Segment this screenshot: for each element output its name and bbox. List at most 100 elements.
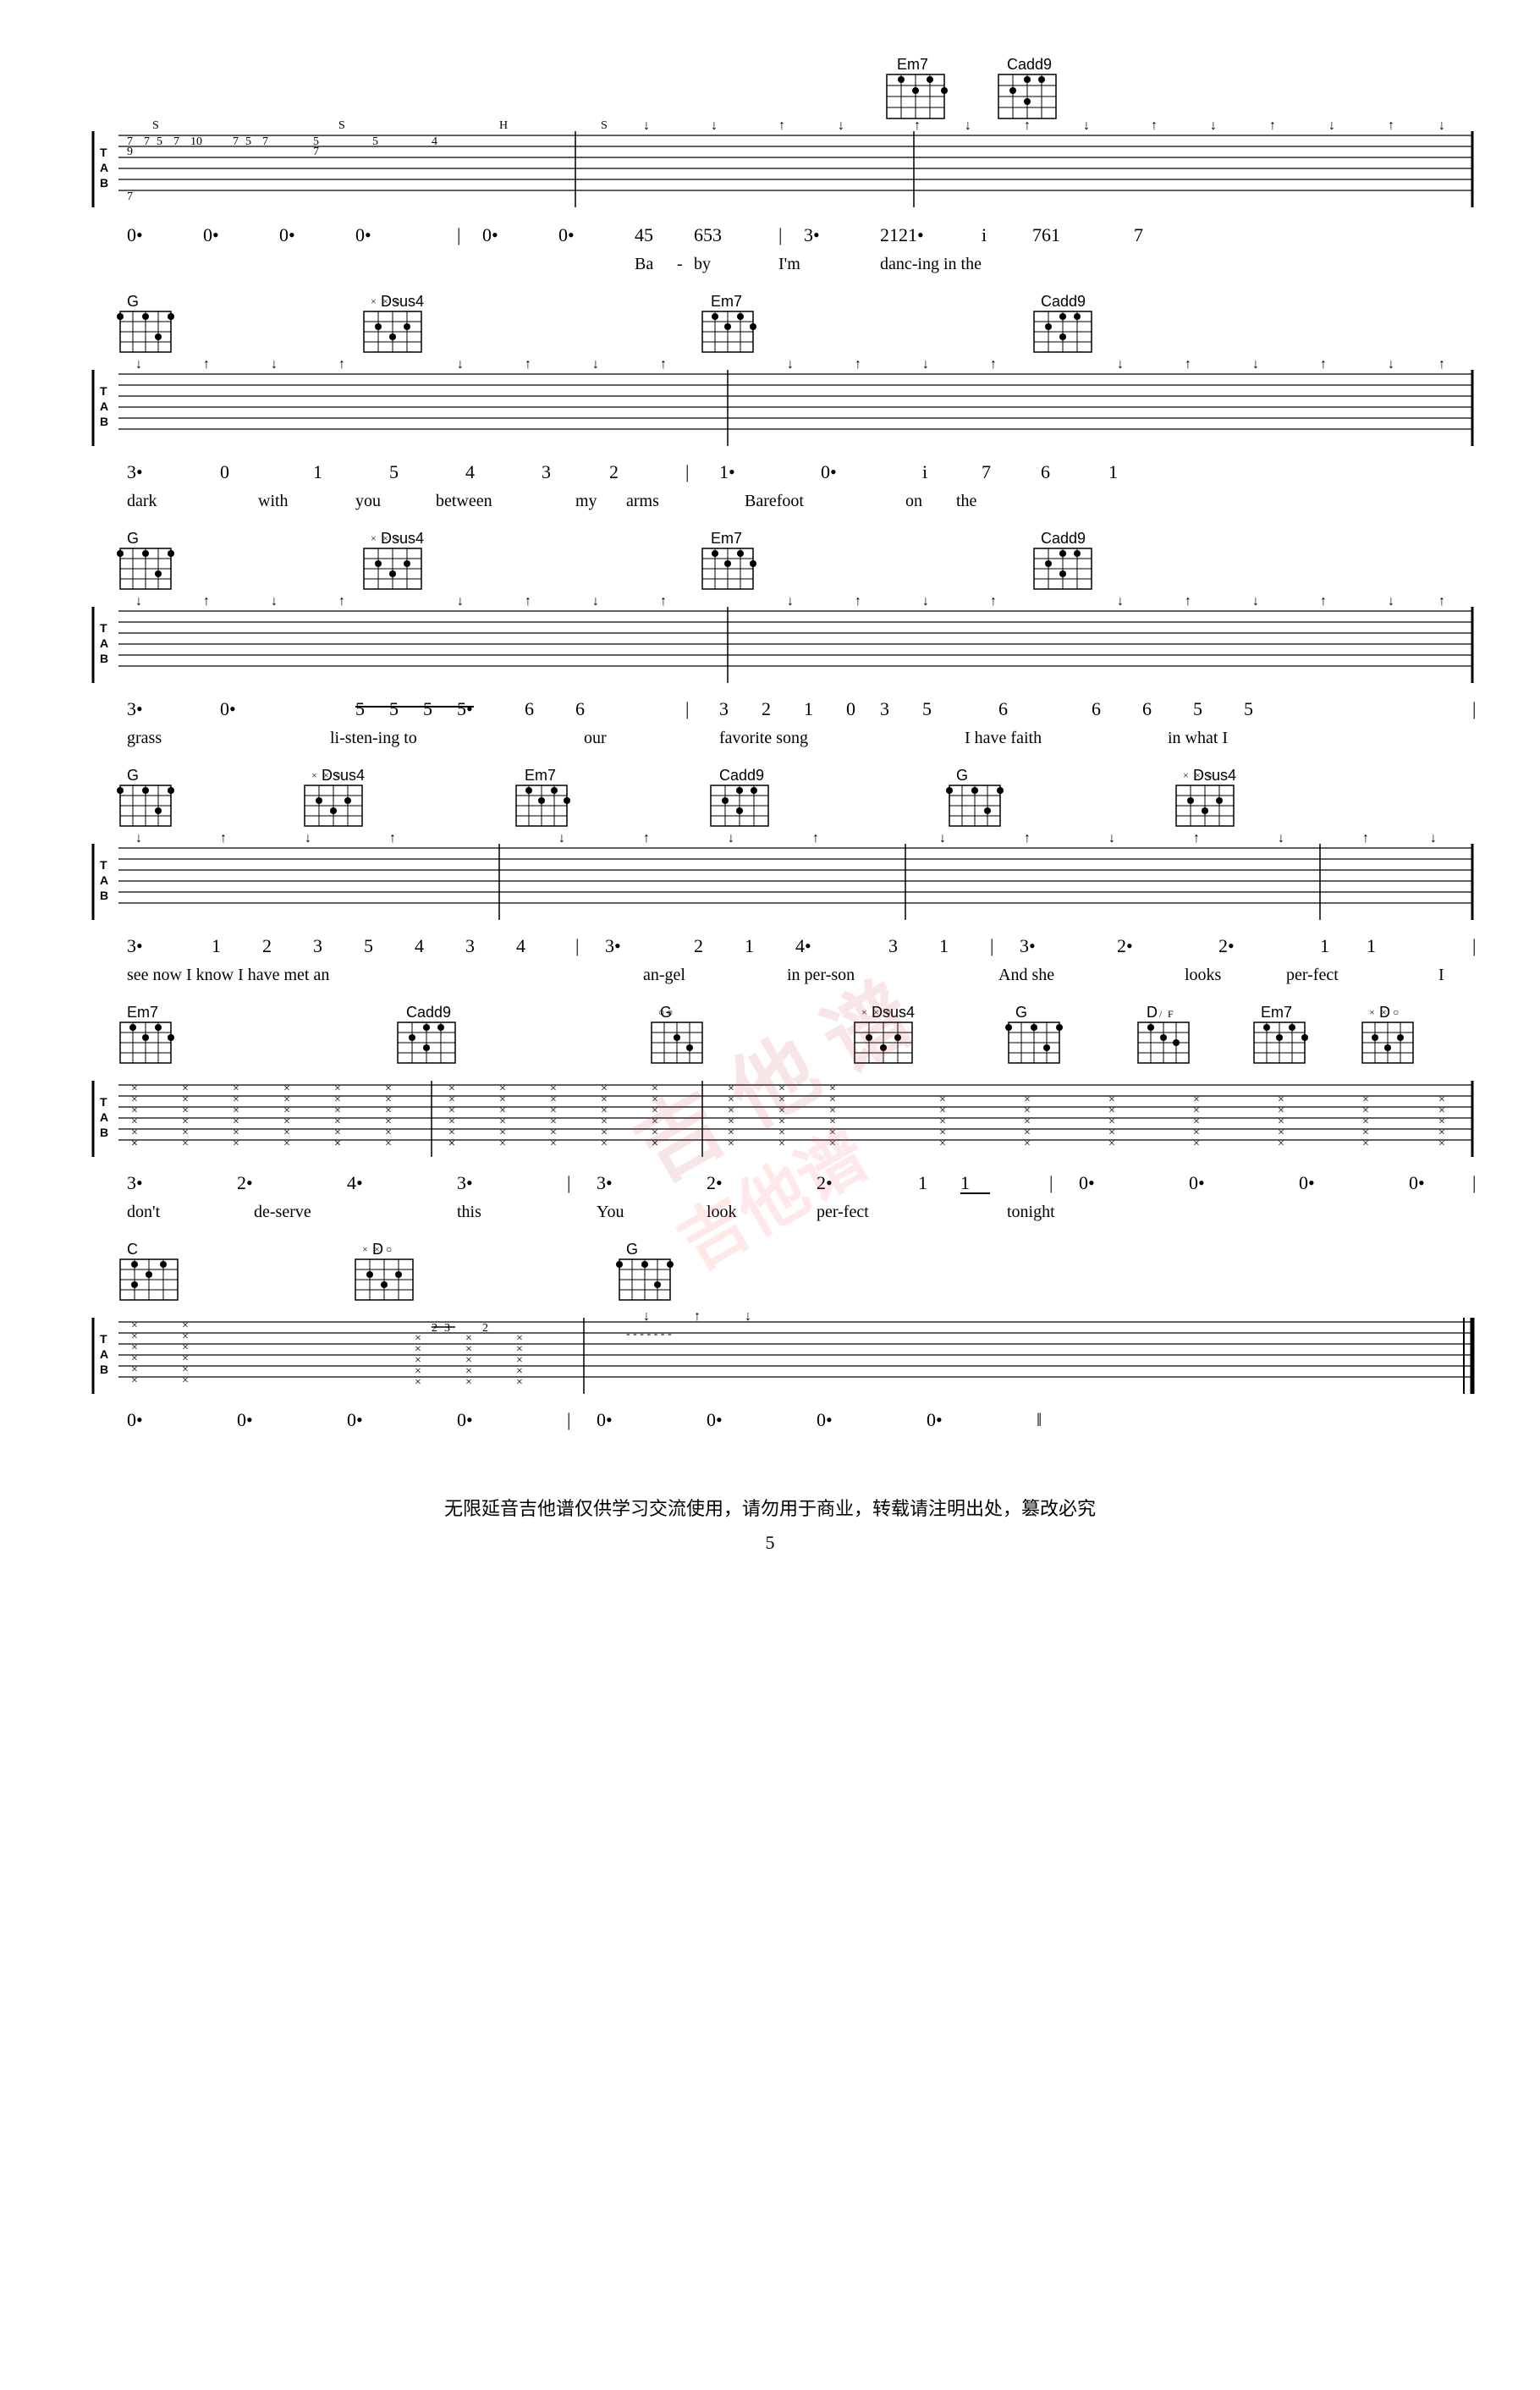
- svg-text:Barefoot: Barefoot: [745, 492, 804, 510]
- music-score-page: 吉他谱 text { font-family: 'Times New Roman…: [0, 0, 1540, 2390]
- svg-text:↓: ↓: [1430, 831, 1437, 845]
- svg-text:|: |: [778, 224, 782, 245]
- svg-text:2•: 2•: [1117, 935, 1133, 956]
- svg-text:○: ○: [1207, 769, 1213, 781]
- svg-text:4: 4: [415, 935, 424, 956]
- svg-text:the: the: [956, 492, 977, 510]
- svg-text:7: 7: [173, 135, 179, 148]
- svg-text:in what I: in what I: [1168, 729, 1228, 747]
- svg-text:per-fect: per-fect: [1286, 966, 1339, 984]
- svg-text:Ba: Ba: [635, 255, 653, 273]
- svg-text:A: A: [100, 399, 108, 413]
- svg-text:653: 653: [694, 224, 722, 245]
- svg-text:×: ×: [601, 1137, 608, 1150]
- svg-text:1: 1: [212, 935, 221, 956]
- svg-text:3•: 3•: [605, 935, 621, 956]
- svg-text:favorite song: favorite song: [719, 729, 808, 747]
- svg-text:1: 1: [804, 698, 813, 719]
- svg-text:↑: ↑: [990, 357, 997, 372]
- svg-text:×: ×: [1278, 1137, 1284, 1150]
- svg-text:1: 1: [745, 935, 754, 956]
- svg-text:de-serve: de-serve: [254, 1203, 311, 1221]
- svg-text:↓: ↓: [558, 831, 565, 845]
- svg-text:×: ×: [415, 1376, 421, 1389]
- svg-text:↓: ↓: [1117, 594, 1124, 609]
- svg-text:|: |: [990, 935, 993, 956]
- svg-text:B: B: [100, 889, 108, 902]
- svg-text:Em7: Em7: [1261, 1004, 1292, 1021]
- svg-text:×: ×: [1024, 1137, 1031, 1150]
- svg-text:↑: ↑: [812, 831, 819, 845]
- svg-text:|: |: [567, 1409, 570, 1430]
- svg-text:2: 2: [432, 1322, 437, 1335]
- svg-text:li-sten-ing to: li-sten-ing to: [330, 729, 417, 747]
- svg-text:G: G: [1015, 1004, 1027, 1021]
- svg-text:1: 1: [939, 935, 949, 956]
- svg-text:dark: dark: [127, 492, 157, 510]
- svg-text:↓: ↓: [1210, 118, 1217, 133]
- svg-text:T: T: [100, 621, 107, 635]
- svg-text:per-fect: per-fect: [817, 1203, 869, 1221]
- svg-text:6: 6: [525, 698, 534, 719]
- svg-text:0: 0: [846, 698, 855, 719]
- svg-text:9: 9: [127, 146, 133, 158]
- svg-text:↓: ↓: [135, 357, 142, 372]
- svg-text:5: 5: [389, 461, 399, 482]
- svg-text:grass: grass: [127, 729, 162, 747]
- svg-text:↑: ↑: [338, 357, 345, 372]
- chord-g-label-3: G: [127, 530, 139, 547]
- svg-text:4•: 4•: [347, 1172, 363, 1193]
- svg-text:6: 6: [1041, 461, 1050, 482]
- svg-text:3•: 3•: [127, 935, 143, 956]
- svg-text:↓: ↓: [1388, 594, 1394, 609]
- svg-text:see now I know I have met an: see now I know I have met an: [127, 966, 329, 984]
- svg-text:G: G: [956, 767, 968, 784]
- svg-text:↑: ↑: [1151, 118, 1158, 133]
- svg-text:○: ○: [1393, 1006, 1399, 1018]
- svg-text:an-gel: an-gel: [643, 966, 685, 984]
- svg-text:4: 4: [516, 935, 525, 956]
- svg-text:by: by: [694, 255, 711, 273]
- svg-text:looks: looks: [1185, 966, 1222, 984]
- svg-text:↓: ↓: [305, 831, 311, 845]
- svg-text:↑: ↑: [203, 357, 210, 372]
- svg-text:↑: ↑: [1185, 594, 1191, 609]
- svg-text:↓: ↓: [838, 118, 844, 133]
- svg-text:↓: ↓: [787, 594, 794, 609]
- svg-text:○: ○: [335, 769, 341, 781]
- svg-text:|: |: [575, 935, 579, 956]
- svg-text:|: |: [685, 461, 689, 482]
- svg-text:○: ○: [667, 1006, 673, 1018]
- svg-text:7: 7: [313, 146, 319, 158]
- svg-text:with: with: [258, 492, 289, 510]
- svg-text:look: look: [707, 1203, 737, 1221]
- svg-text:↓: ↓: [1252, 594, 1259, 609]
- svg-text:T: T: [100, 858, 107, 872]
- svg-text:×: ×: [1381, 1006, 1387, 1018]
- svg-text:○: ○: [394, 295, 400, 307]
- svg-text:×: ×: [873, 1006, 879, 1018]
- svg-text:↑: ↑: [1024, 831, 1031, 845]
- svg-text:×: ×: [1183, 769, 1189, 781]
- svg-text:our: our: [584, 729, 607, 747]
- svg-text:3: 3: [465, 935, 475, 956]
- svg-text:↓: ↓: [592, 594, 599, 609]
- svg-text:3•: 3•: [457, 1172, 473, 1193]
- svg-text:2: 2: [262, 935, 272, 956]
- svg-text:↓: ↓: [1438, 118, 1445, 133]
- svg-text:2: 2: [609, 461, 619, 482]
- svg-text:Cadd9: Cadd9: [406, 1004, 451, 1021]
- svg-text:on: on: [905, 492, 922, 510]
- svg-text:↓: ↓: [711, 118, 718, 133]
- svg-text:↓: ↓: [457, 594, 464, 609]
- svg-text:0: 0: [220, 461, 229, 482]
- svg-text:in per-son: in per-son: [787, 966, 855, 984]
- svg-text:45: 45: [635, 224, 653, 245]
- footer-text: 无限延音吉他谱仅供学习交流使用，请勿用于商业，转载请注明出处，篡改必究: [444, 1498, 1096, 1519]
- svg-text:2: 2: [694, 935, 703, 956]
- svg-text:0•: 0•: [237, 1409, 253, 1430]
- svg-text:↓: ↓: [592, 357, 599, 372]
- svg-text:×: ×: [182, 1137, 189, 1150]
- svg-text:I: I: [1438, 966, 1444, 984]
- svg-text:↓: ↓: [939, 831, 946, 845]
